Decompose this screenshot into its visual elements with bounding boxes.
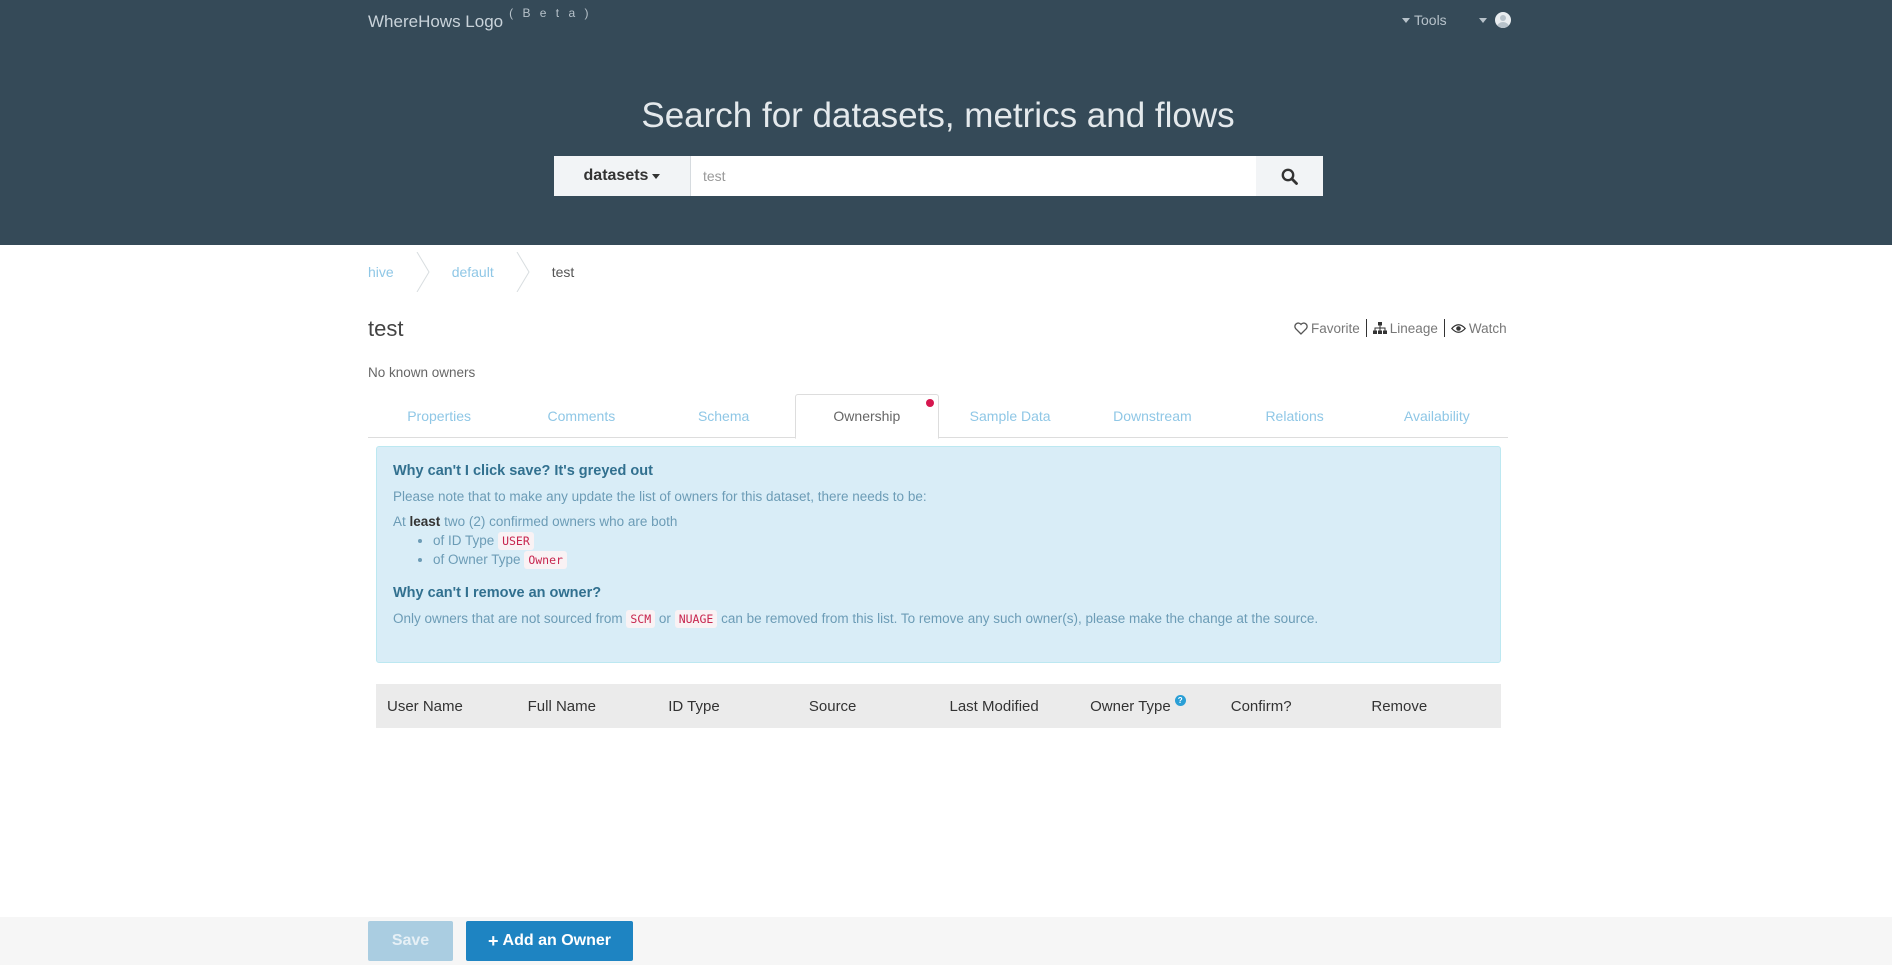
eye-icon — [1450, 323, 1466, 333]
favorite-label: Favorite — [1311, 320, 1360, 336]
remove-prefix: Only owners that are not sourced from — [393, 611, 623, 626]
column-user-name[interactable]: User Name — [376, 698, 517, 715]
alert-requirement: At least two (2) confirmed owners who ar… — [393, 514, 1484, 529]
beta-label: ( B e t a ) — [509, 6, 592, 20]
search-bar: datasets — [554, 156, 1323, 196]
alert-question-remove: Why can't I remove an owner? — [393, 585, 602, 601]
column-owner-type-label: Owner Type — [1090, 697, 1171, 715]
hero-title: Search for datasets, metrics and flows — [641, 96, 1235, 135]
column-owner-type[interactable]: Owner Type ? — [1079, 694, 1220, 715]
column-confirm[interactable]: Confirm? — [1220, 698, 1361, 715]
tab-availability[interactable]: Availability — [1366, 394, 1508, 437]
breadcrumb-test: test — [551, 264, 575, 280]
sitemap-icon — [1372, 322, 1387, 334]
tab-sample-data[interactable]: Sample Data — [939, 394, 1081, 437]
chevron-right-icon — [516, 252, 530, 292]
search-button[interactable] — [1256, 156, 1323, 196]
alert-question-save: Why can't I click save? It's greyed out — [393, 463, 653, 479]
column-source[interactable]: Source — [798, 698, 939, 715]
tab-comments[interactable]: Comments — [510, 394, 652, 437]
tools-menu[interactable]: Tools — [1402, 12, 1447, 28]
tab-ownership[interactable]: Ownership — [794, 394, 939, 439]
alert-requirement-list: of ID Type USER of Owner Type Owner — [393, 532, 1484, 569]
caret-down-icon — [1402, 17, 1410, 23]
breadcrumb-default[interactable]: default — [452, 264, 494, 280]
search-category-label: datasets — [583, 167, 649, 184]
user-menu[interactable] — [1478, 12, 1511, 28]
alert-remove-note: Only owners that are not sourced from SC… — [393, 610, 1484, 628]
footer-action-bar: Save + Add an Owner — [0, 917, 1892, 965]
column-remove[interactable]: Remove — [1360, 698, 1501, 715]
owner-type-prefix: of Owner Type — [433, 552, 521, 567]
watch-button[interactable]: Watch — [1445, 321, 1513, 336]
save-button[interactable]: Save — [368, 921, 453, 961]
alert-least: least — [409, 514, 441, 529]
list-item: of ID Type USER — [433, 532, 1484, 550]
alert-note: Please note that to make any update the … — [393, 489, 927, 504]
favorite-button[interactable]: Favorite — [1288, 321, 1366, 336]
owners-summary: No known owners — [368, 365, 476, 380]
dataset-tabs: Properties Comments Schema Ownership Sam… — [368, 394, 1508, 439]
owners-table-header: User Name Full Name ID Type Source Last … — [376, 684, 1501, 728]
tab-relations[interactable]: Relations — [1224, 394, 1366, 437]
watch-label: Watch — [1468, 320, 1507, 336]
caret-down-icon — [652, 173, 661, 179]
dataset-actions: Favorite Lineage Watch — [1288, 319, 1513, 337]
add-owner-button[interactable]: + Add an Owner — [466, 921, 633, 961]
tab-downstream[interactable]: Downstream — [1081, 394, 1223, 437]
alert-at: At — [393, 514, 406, 529]
id-type-prefix: of ID Type — [433, 533, 495, 548]
add-owner-label: Add an Owner — [502, 932, 611, 949]
chevron-right-icon — [416, 252, 430, 292]
heart-icon — [1294, 321, 1308, 335]
tab-schema[interactable]: Schema — [653, 394, 795, 437]
remove-or: or — [658, 611, 671, 626]
logo-text[interactable]: WhereHows Logo — [368, 12, 503, 31]
top-nav: Tools — [1402, 12, 1511, 28]
breadcrumb-hive[interactable]: hive — [368, 264, 394, 280]
ownership-info-alert: Why can't I click save? It's greyed out … — [376, 446, 1501, 663]
column-last-modified[interactable]: Last Modified — [939, 698, 1080, 715]
tab-properties[interactable]: Properties — [368, 394, 510, 437]
nuage-code: NUAGE — [674, 610, 718, 628]
caret-down-icon — [1478, 17, 1487, 23]
column-id-type[interactable]: ID Type — [657, 698, 798, 715]
avatar[interactable] — [1494, 12, 1511, 28]
scm-code: SCM — [626, 610, 656, 628]
lineage-label: Lineage — [1389, 320, 1438, 336]
search-category-dropdown[interactable]: datasets — [554, 156, 691, 196]
alert-two-confirmed: two (2) confirmed owners who are both — [444, 514, 678, 529]
tab-ownership-label: Ownership — [833, 408, 901, 424]
remove-suffix: can be removed from this list. To remove… — [721, 611, 1319, 626]
notification-dot — [926, 399, 934, 407]
dataset-title: test — [368, 316, 404, 341]
search-input[interactable] — [691, 156, 1256, 196]
owner-type-code: Owner — [524, 551, 567, 569]
logo[interactable]: WhereHows Logo ( B e t a ) — [368, 6, 591, 32]
column-full-name[interactable]: Full Name — [517, 698, 658, 715]
tools-label[interactable]: Tools — [1414, 12, 1447, 28]
id-type-code: USER — [498, 532, 534, 550]
search-icon — [1281, 168, 1298, 185]
breadcrumb: hive default test — [368, 252, 574, 292]
plus-icon: + — [488, 930, 499, 951]
header: WhereHows Logo ( B e t a ) Tools Search f… — [0, 0, 1892, 245]
lineage-button[interactable]: Lineage — [1367, 321, 1444, 336]
help-icon[interactable]: ? — [1174, 694, 1186, 706]
list-item: of Owner Type Owner — [433, 551, 1484, 569]
